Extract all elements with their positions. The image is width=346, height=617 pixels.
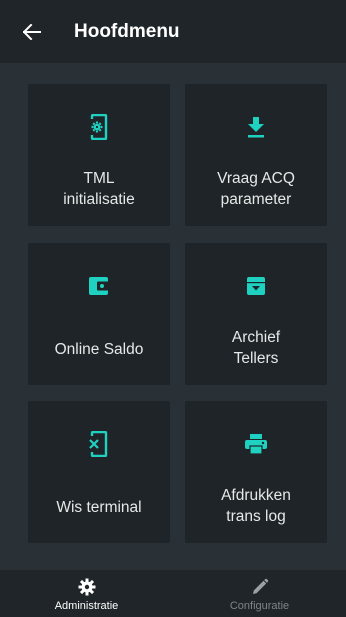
back-button[interactable] bbox=[18, 18, 46, 46]
tile-label: Afdrukken trans log bbox=[221, 487, 291, 525]
tile-archief-tellers[interactable]: Archief Tellers bbox=[185, 243, 327, 385]
archive-icon bbox=[243, 273, 269, 299]
bottom-navigation: Administratie Configuratie bbox=[0, 570, 346, 617]
tile-online-saldo[interactable]: Online Saldo bbox=[28, 243, 170, 385]
tile-vraag-acq-parameter[interactable]: Vraag ACQ parameter bbox=[185, 84, 327, 226]
tile-wis-terminal[interactable]: Wis terminal bbox=[28, 401, 170, 543]
nav-item-administratie[interactable]: Administratie bbox=[0, 570, 173, 617]
tile-label: Vraag ACQ parameter bbox=[217, 170, 295, 208]
nav-label: Configuratie bbox=[229, 600, 290, 612]
tile-tml-initialisatie[interactable]: TML initialisatie bbox=[28, 84, 170, 226]
gear-icon bbox=[78, 578, 96, 596]
tile-afdrukken-trans-log[interactable]: Afdrukken trans log bbox=[185, 401, 327, 543]
page-title: Hoofdmenu bbox=[74, 21, 180, 42]
app-header: Hoofdmenu bbox=[0, 0, 346, 63]
phone-settings-icon bbox=[86, 114, 112, 140]
nav-item-configuratie[interactable]: Configuratie bbox=[173, 570, 346, 617]
pencil-icon bbox=[251, 578, 269, 596]
phone-erase-icon bbox=[86, 431, 112, 457]
download-icon bbox=[243, 114, 269, 140]
nav-label: Administratie bbox=[54, 600, 119, 612]
printer-icon bbox=[243, 431, 269, 457]
tile-label: Wis terminal bbox=[56, 499, 142, 516]
screen: Hoofdmenu TML initialisatie Vraag ACQ pa… bbox=[0, 0, 346, 617]
tile-label: Archief Tellers bbox=[231, 329, 281, 367]
tile-label: Online Saldo bbox=[54, 341, 144, 358]
wallet-icon bbox=[86, 273, 112, 299]
arrow-left-icon bbox=[23, 24, 41, 40]
tile-label: TML initialisatie bbox=[63, 170, 135, 208]
